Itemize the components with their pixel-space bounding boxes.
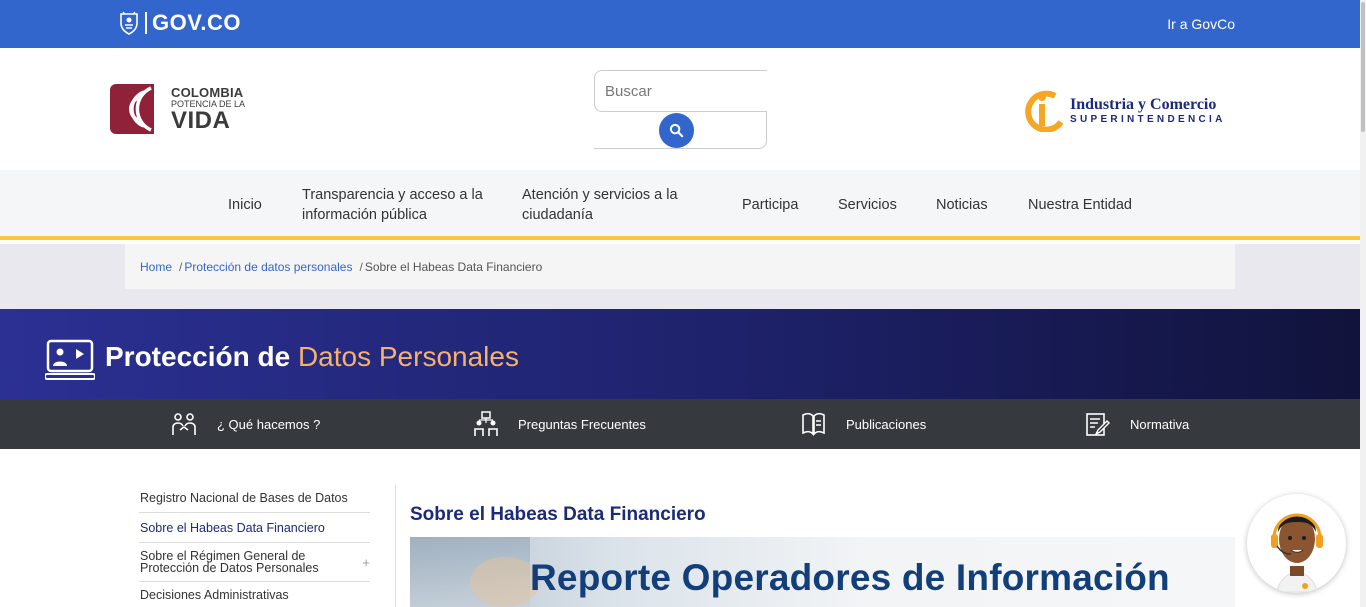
sic-logo-mark-icon [1025, 90, 1064, 132]
sidebar-divider [395, 485, 396, 607]
sidebar-item-decisiones-administrativas[interactable]: Decisiones Administrativas [139, 582, 370, 607]
section-sub-navigation: ¿ Qué hacemos ? Preguntas Frecuentes Pub… [0, 399, 1360, 449]
sidebar-item-label: Sobre el Régimen General de Protección d… [140, 549, 319, 575]
nav-item-atencion[interactable]: Atención y servicios a la ciudadanía [522, 170, 702, 240]
subnav-que-hacemos-label: ¿ Qué hacemos ? [217, 416, 321, 432]
govco-logo[interactable]: GOV.CO [119, 11, 241, 35]
colombia-logo-line1: COLOMBIA [171, 84, 244, 100]
banner-title-accent: Datos Personales [297, 341, 519, 372]
colombia-logo-line3: VIDA [171, 106, 231, 134]
document-edit-icon [1086, 412, 1110, 436]
sic-logo[interactable]: Industria y Comercio SUPERINTENDENCIA [1025, 90, 1226, 132]
breadcrumb-section: Home / Protección de datos personales / … [0, 244, 1360, 309]
team-question-icon [474, 411, 498, 436]
colombia-logo-mark-icon [110, 84, 162, 134]
search-input[interactable] [595, 71, 767, 111]
content-banner-image: Reporte Operadores de Información [410, 537, 1235, 607]
sidebar-item-habeas-data-financiero[interactable]: Sobre el Habeas Data Financiero [139, 513, 370, 543]
breadcrumb-separator: / [359, 259, 363, 274]
main-navigation: Inicio Transparencia y acceso a la infor… [0, 170, 1360, 240]
sic-logo-line2: SUPERINTENDENCIA [1070, 114, 1226, 125]
subnav-normativa-label: Normativa [1130, 416, 1190, 432]
subnav-preguntas-frecuentes[interactable]: Preguntas Frecuentes [474, 399, 646, 449]
search-button[interactable] [659, 113, 694, 148]
people-icon [172, 413, 196, 435]
scrollbar-thumb[interactable] [1361, 2, 1365, 132]
banner-title-bold: Protección de [105, 341, 291, 372]
content-title: Sobre el Habeas Data Financiero [410, 504, 706, 525]
colombia-logo-text: COLOMBIA POTENCIA DE LA VIDA [171, 86, 245, 133]
subnav-publicaciones-label: Publicaciones [846, 416, 927, 432]
banner-title: Protección de Datos Personales [105, 340, 519, 374]
search-field-container [594, 70, 767, 112]
sidebar-item-regimen-general[interactable]: Sobre el Régimen General de Protección d… [139, 543, 370, 582]
section-banner: Protección de Datos Personales [0, 309, 1360, 399]
search-button-container [594, 112, 767, 149]
search-icon [669, 123, 684, 138]
subnav-normativa[interactable]: Normativa [1085, 399, 1189, 449]
govco-top-bar: GOV.CO Ir a GovCo [0, 0, 1360, 48]
nav-item-inicio[interactable]: Inicio [228, 170, 262, 240]
subnav-preguntas-frecuentes-label: Preguntas Frecuentes [518, 416, 646, 432]
subnav-publicaciones[interactable]: Publicaciones [801, 399, 926, 449]
breadcrumb-home-link[interactable]: Home [140, 260, 172, 274]
sidebar-item-label: Decisiones Administrativas [140, 588, 289, 602]
sic-logo-text: Industria y Comercio SUPERINTENDENCIA [1070, 96, 1226, 126]
breadcrumb: Home / Protección de datos personales / … [125, 244, 1235, 289]
nav-item-servicios[interactable]: Servicios [838, 170, 897, 240]
sidebar-item-label: Registro Nacional de Bases de Datos [140, 491, 348, 505]
sidebar-item-label: Sobre el Habeas Data Financiero [140, 521, 325, 535]
expand-plus-icon[interactable]: + [362, 556, 370, 569]
nav-item-nuestra-entidad[interactable]: Nuestra Entidad [1028, 170, 1132, 240]
virtual-assistant-button[interactable] [1247, 494, 1346, 593]
book-icon [802, 412, 825, 436]
breadcrumb-separator: / [179, 259, 183, 274]
content-banner-image-text: Reporte Operadores de Información [530, 557, 1170, 598]
govco-logo-text: GOV.CO [152, 10, 241, 35]
breadcrumb-parent-link[interactable]: Protección de datos personales [184, 260, 352, 274]
colombia-potencia-vida-logo[interactable]: COLOMBIA POTENCIA DE LA VIDA [110, 84, 245, 134]
sidebar-menu: Registro Nacional de Bases de Datos Sobr… [139, 485, 370, 607]
nav-item-noticias[interactable]: Noticias [936, 170, 988, 240]
presentation-screen-icon [45, 339, 95, 380]
assistant-avatar-icon [1271, 513, 1323, 593]
colombia-shield-icon [120, 11, 138, 35]
sic-logo-line1: Industria y Comercio [1070, 96, 1217, 113]
page-scrollbar[interactable] [1360, 0, 1366, 607]
govco-logo-divider [145, 12, 147, 34]
nav-item-participa[interactable]: Participa [742, 170, 798, 240]
nav-item-transparencia[interactable]: Transparencia y acceso a la información … [302, 170, 492, 240]
breadcrumb-current: Sobre el Habeas Data Financiero [364, 259, 543, 274]
go-to-govco-link[interactable]: Ir a GovCo [1167, 16, 1235, 32]
site-header: COLOMBIA POTENCIA DE LA VIDA Industria y… [0, 48, 1360, 170]
subnav-que-hacemos[interactable]: ¿ Qué hacemos ? [171, 399, 320, 449]
sidebar-item-registro-nacional[interactable]: Registro Nacional de Bases de Datos [139, 485, 370, 513]
